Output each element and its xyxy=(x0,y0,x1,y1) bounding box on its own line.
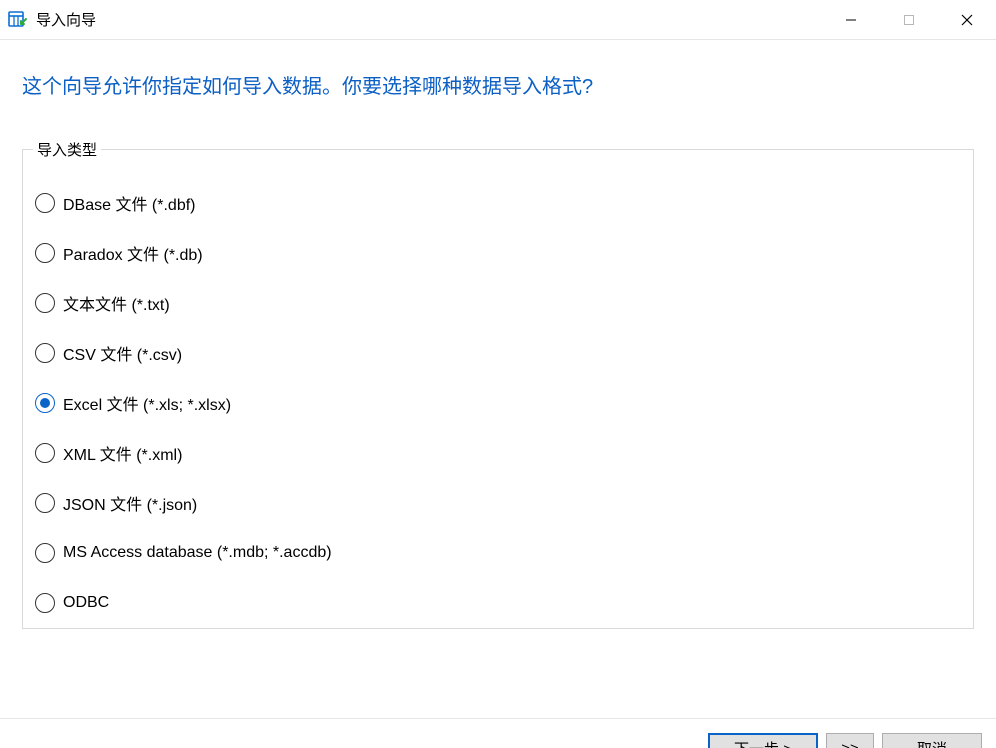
titlebar: 导入向导 xyxy=(0,0,996,40)
radio-label: DBase 文件 (*.dbf) xyxy=(63,191,196,215)
radio-icon xyxy=(35,193,55,213)
radio-icon xyxy=(35,343,55,363)
next-button[interactable]: 下一步 > xyxy=(708,733,818,748)
app-icon xyxy=(8,10,28,30)
radio-icon xyxy=(35,493,55,513)
radio-icon xyxy=(35,243,55,263)
radio-option-dbase[interactable]: DBase 文件 (*.dbf) xyxy=(33,178,963,228)
radio-option-xml[interactable]: XML 文件 (*.xml) xyxy=(33,428,963,478)
radio-label: CSV 文件 (*.csv) xyxy=(63,341,182,365)
radio-option-access[interactable]: MS Access database (*.mdb; *.accdb) xyxy=(33,528,963,578)
radio-icon xyxy=(35,393,55,413)
radio-option-paradox[interactable]: Paradox 文件 (*.db) xyxy=(33,228,963,278)
import-type-group: 导入类型 DBase 文件 (*.dbf) Paradox 文件 (*.db) … xyxy=(22,139,974,629)
radio-label: Excel 文件 (*.xls; *.xlsx) xyxy=(63,391,231,415)
radio-option-odbc[interactable]: ODBC xyxy=(33,578,963,628)
radio-label: MS Access database (*.mdb; *.accdb) xyxy=(63,544,332,562)
window-title: 导入向导 xyxy=(36,9,96,30)
radio-option-json[interactable]: JSON 文件 (*.json) xyxy=(33,478,963,528)
wizard-heading: 这个向导允许你指定如何导入数据。你要选择哪种数据导入格式? xyxy=(22,70,974,99)
radio-option-text[interactable]: 文本文件 (*.txt) xyxy=(33,278,963,328)
radio-icon xyxy=(35,293,55,313)
radio-label: 文本文件 (*.txt) xyxy=(63,291,170,315)
radio-label: JSON 文件 (*.json) xyxy=(63,491,197,515)
radio-option-csv[interactable]: CSV 文件 (*.csv) xyxy=(33,328,963,378)
skip-forward-button[interactable]: >> xyxy=(826,733,874,748)
radio-icon xyxy=(35,543,55,563)
radio-label: ODBC xyxy=(63,594,109,612)
import-type-legend: 导入类型 xyxy=(33,139,101,160)
cancel-button[interactable]: 取消 xyxy=(882,733,982,748)
window-controls xyxy=(822,0,996,39)
minimize-button[interactable] xyxy=(822,0,880,39)
close-button[interactable] xyxy=(938,0,996,39)
wizard-footer: 下一步 > >> 取消 xyxy=(0,718,996,748)
radio-label: XML 文件 (*.xml) xyxy=(63,441,182,465)
radio-icon xyxy=(35,443,55,463)
maximize-button xyxy=(880,0,938,39)
radio-icon xyxy=(35,593,55,613)
radio-label: Paradox 文件 (*.db) xyxy=(63,241,203,265)
radio-option-excel[interactable]: Excel 文件 (*.xls; *.xlsx) xyxy=(33,378,963,428)
wizard-content: 这个向导允许你指定如何导入数据。你要选择哪种数据导入格式? 导入类型 DBase… xyxy=(0,70,996,718)
